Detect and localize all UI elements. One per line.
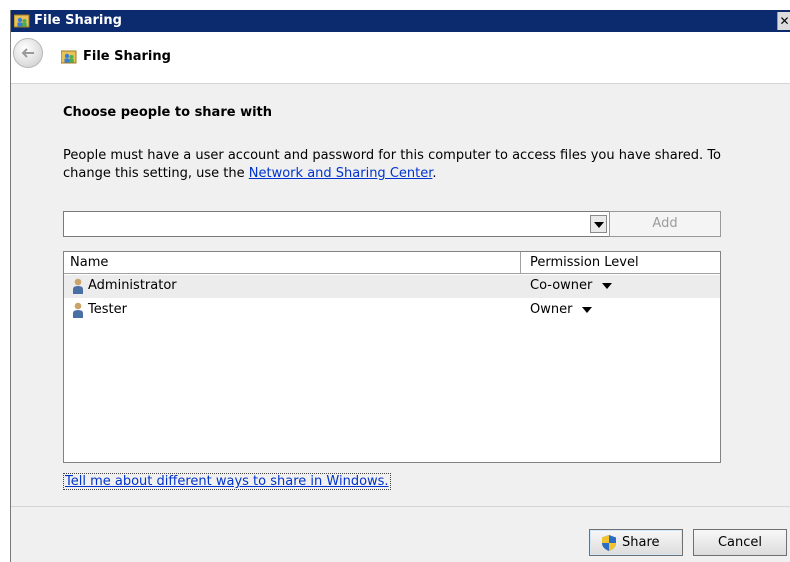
sharing-table: Name Permission Level Administrator Co-o…: [63, 251, 721, 463]
column-header-permission[interactable]: Permission Level: [521, 252, 720, 273]
table-header: Name Permission Level: [64, 252, 720, 274]
permission-dropdown-icon[interactable]: [582, 307, 592, 313]
dialog-footer: Share Cancel: [11, 506, 790, 562]
share-help-link[interactable]: Tell me about different ways to share in…: [63, 473, 391, 490]
table-row[interactable]: Administrator Co-owner: [64, 275, 720, 298]
window-title: File Sharing: [34, 13, 122, 28]
nav-title: File Sharing: [83, 49, 171, 64]
add-button[interactable]: Add: [609, 211, 721, 237]
network-sharing-center-link[interactable]: Network and Sharing Center: [249, 166, 433, 181]
file-sharing-icon: [61, 50, 77, 64]
title-bar[interactable]: File Sharing ✕: [11, 10, 790, 32]
cancel-button[interactable]: Cancel: [693, 529, 787, 556]
permission-level[interactable]: Co-owner: [530, 278, 592, 293]
close-button[interactable]: ✕: [777, 12, 790, 30]
dropdown-arrow-icon: [594, 222, 604, 228]
table-row[interactable]: Tester Owner: [64, 299, 720, 322]
back-arrow-icon: [21, 48, 34, 58]
user-name: Administrator: [88, 278, 177, 293]
share-button[interactable]: Share: [589, 529, 683, 556]
file-sharing-window: File Sharing ✕ File Sharing Choose peopl…: [10, 10, 790, 562]
main-content: Choose people to share with People must …: [11, 85, 790, 505]
file-sharing-app-icon: [14, 14, 30, 28]
permission-dropdown-icon[interactable]: [602, 283, 612, 289]
user-combobox[interactable]: [63, 211, 610, 237]
column-header-name[interactable]: Name: [64, 252, 521, 273]
share-button-label: Share: [622, 535, 660, 550]
user-input[interactable]: [64, 212, 589, 236]
uac-shield-icon: [602, 535, 616, 551]
user-icon: [73, 278, 83, 294]
user-icon: [73, 302, 83, 318]
navigation-bar: File Sharing: [11, 32, 790, 84]
description-text: People must have a user account and pass…: [63, 147, 763, 183]
user-name: Tester: [88, 302, 127, 317]
description-part2: .: [432, 166, 437, 181]
combo-dropdown-button[interactable]: [590, 215, 607, 233]
back-button[interactable]: [13, 38, 43, 68]
permission-level[interactable]: Owner: [530, 302, 572, 317]
page-heading: Choose people to share with: [63, 105, 273, 120]
